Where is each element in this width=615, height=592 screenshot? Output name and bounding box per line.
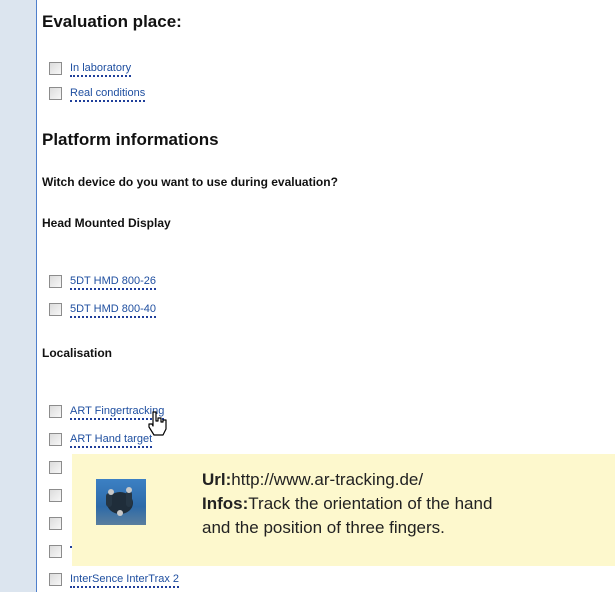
evaluation-place-heading: Evaluation place: xyxy=(42,12,182,31)
checkbox-localisation-6[interactable] xyxy=(49,545,62,558)
checkbox-real-conditions[interactable] xyxy=(49,87,62,100)
checkbox-localisation-3[interactable] xyxy=(49,461,62,474)
infos-line1: Track the orientation of the hand xyxy=(248,494,493,513)
device-thumbnail xyxy=(96,479,146,525)
checkbox-localisation-4[interactable] xyxy=(49,489,62,502)
option-localisation-4[interactable] xyxy=(49,489,70,505)
option-5dt-hmd-800-26[interactable]: 5DT HMD 800-26 xyxy=(49,275,156,291)
hmd-heading: Head Mounted Display xyxy=(42,216,171,230)
option-5dt-hmd-800-40[interactable]: 5DT HMD 800-40 xyxy=(49,303,156,319)
tooltip-text: Url:http://www.ar-tracking.de/ Infos:Tra… xyxy=(202,468,492,540)
checkbox-5dt-hmd-800-40[interactable] xyxy=(49,303,62,316)
option-label[interactable]: 5DT HMD 800-40 xyxy=(70,303,156,318)
url-value: http://www.ar-tracking.de/ xyxy=(231,470,424,489)
infos-line2: and the position of three fingers. xyxy=(202,518,445,537)
checkbox-in-laboratory[interactable] xyxy=(49,62,62,75)
sidebar-divider xyxy=(36,0,37,592)
option-art-hand-target[interactable]: ART Hand target xyxy=(49,433,153,449)
hand-cursor-icon xyxy=(148,411,167,436)
option-label[interactable]: 5DT HMD 800-26 xyxy=(70,275,156,290)
checkbox-intersence-intertrax-2[interactable] xyxy=(49,573,62,586)
checkbox-art-hand-target[interactable] xyxy=(49,433,62,446)
left-sidebar xyxy=(0,0,36,592)
checkbox-art-fingertracking[interactable] xyxy=(49,405,62,418)
checkbox-localisation-5[interactable] xyxy=(49,517,62,530)
device-info-tooltip: Url:http://www.ar-tracking.de/ Infos:Tra… xyxy=(72,454,615,566)
infos-label: Infos: xyxy=(202,494,249,513)
url-label: Url: xyxy=(202,470,232,489)
option-localisation-3[interactable] xyxy=(49,461,70,477)
device-question: Witch device do you want to use during e… xyxy=(42,175,338,189)
option-label[interactable]: In laboratory xyxy=(70,62,132,77)
option-localisation-5[interactable] xyxy=(49,517,70,533)
checkbox-5dt-hmd-800-26[interactable] xyxy=(49,275,62,288)
option-in-laboratory[interactable]: In laboratory xyxy=(49,62,132,78)
platform-informations-heading: Platform informations xyxy=(42,130,219,149)
option-label[interactable]: Real conditions xyxy=(70,87,146,102)
localisation-heading: Localisation xyxy=(42,346,113,360)
option-real-conditions[interactable]: Real conditions xyxy=(49,87,146,103)
option-label[interactable]: InterSence InterTrax 2 xyxy=(70,573,180,588)
option-label[interactable]: ART Hand target xyxy=(70,433,153,448)
option-intersence-intertrax-2[interactable]: InterSence InterTrax 2 xyxy=(49,573,180,589)
